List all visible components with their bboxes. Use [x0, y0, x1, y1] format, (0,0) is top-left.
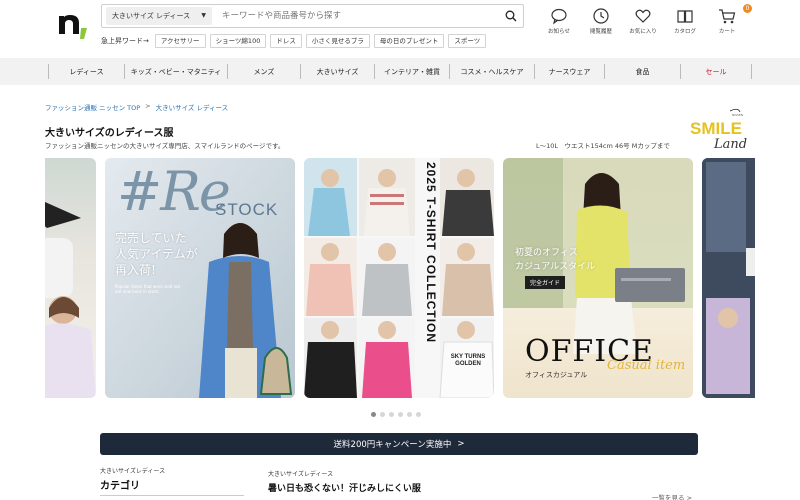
campaign-label: 送料200円キャンペーン実施中	[333, 440, 452, 450]
feature-eyebrow: 大きいサイズレディース	[268, 471, 334, 478]
carousel-dot[interactable]	[398, 412, 403, 417]
nav-item-nurse[interactable]: ナースウェア	[534, 64, 604, 79]
nav-item-kids-baby-maternity[interactable]: キッズ・ベビー・マタニティ	[124, 64, 227, 79]
restock-stock-text: STOCK	[215, 200, 279, 219]
notifications-button[interactable]: お知らせ	[538, 7, 580, 35]
brand-logo-script: Land	[713, 137, 747, 152]
breadcrumb-separator: >	[145, 102, 151, 110]
history-label: 閲覧履歴	[589, 29, 612, 35]
history-button[interactable]: 閲覧履歴	[580, 7, 622, 35]
cart-icon	[719, 9, 736, 24]
nav-item-large-sizes[interactable]: 大きいサイズ	[300, 64, 374, 79]
hot-word-chip[interactable]: 母の日のプレゼント	[373, 34, 445, 48]
nav-item-cosme[interactable]: コスメ・ヘルスケア	[449, 64, 534, 79]
chat-bubble-icon	[551, 8, 567, 25]
favorites-label: お気に入り	[629, 29, 657, 35]
cart-label: カート	[718, 29, 736, 35]
hot-word-chip[interactable]: ショーツ綿100	[209, 34, 267, 48]
search-bar: 大きいサイズ レディース ▼	[101, 4, 524, 28]
chevron-down-icon: ▼	[201, 12, 206, 19]
nav-item-interior[interactable]: インテリア・雑貨	[374, 64, 449, 79]
catalog-label: カタログ	[673, 29, 696, 35]
catalog-book-icon	[677, 10, 693, 23]
carousel-dots	[371, 412, 421, 417]
carousel-slide-partial-left[interactable]	[45, 158, 96, 398]
breadcrumb: ファッション通販 ニッセン TOP > 大きいサイズ レディース	[45, 102, 228, 112]
chevron-right-icon: >	[457, 439, 465, 449]
nav-item-mens[interactable]: メンズ	[227, 64, 300, 79]
slide-photo	[45, 202, 96, 398]
shipping-campaign-banner[interactable]: 送料200円キャンペーン実施中 >	[100, 433, 698, 455]
size-info: L～10L ウエスト154cm 46号 Mカップまで	[536, 142, 670, 150]
category-heading: カテゴリ	[100, 481, 140, 492]
view-all-link[interactable]: 一覧を見る >	[652, 492, 692, 500]
brand-logo-tiny: NISSEN	[732, 113, 743, 117]
search-icon	[505, 10, 517, 22]
restock-big-text: #Re	[117, 160, 231, 223]
category-nav: レディース キッズ・ベビー・マタニティ メンズ 大きいサイズ インテリア・雑貨 …	[0, 58, 800, 85]
carousel-dot[interactable]	[389, 412, 394, 417]
restock-copy: 完売していた 人気アイテムが 再入荷!	[115, 231, 198, 277]
carousel-slide-restock[interactable]: #Re STOCK 完売していた 人気アイテムが 再入荷! Popular it…	[105, 158, 295, 398]
restock-hash: #	[117, 160, 162, 223]
carousel-dot[interactable]	[416, 412, 421, 417]
header-icons: お知らせ 閲覧履歴 お気に入り カタログ 0 カート	[538, 4, 752, 35]
hot-word-chip[interactable]: ドレス	[270, 34, 302, 48]
hot-words-label: 急上昇ワード→	[101, 37, 149, 45]
slide-photo	[702, 158, 755, 398]
search-category-label: 大きいサイズ レディース	[112, 12, 191, 20]
carousel-dot[interactable]	[380, 412, 385, 417]
hot-words: 急上昇ワード→ アクセサリー ショーツ綿100 ドレス 小さく見せるブラ 母の日…	[101, 34, 487, 48]
divider	[100, 495, 244, 496]
office-script-text: Casual item	[607, 358, 686, 373]
brand-logo-main: SMILE	[690, 119, 742, 138]
tshirt-print-text: SKY TURNS GOLDEN	[450, 354, 486, 367]
page-description: ファッション通販ニッセンの大きいサイズ専門店、スマイルランドのページです。	[45, 142, 285, 150]
search-input[interactable]	[212, 11, 499, 21]
cart-button[interactable]: 0 カート	[706, 4, 752, 35]
search-category-select[interactable]: 大きいサイズ レディース ▼	[106, 7, 212, 25]
tshirt-collection-title: 2025 T-SHIRT COLLECTION	[424, 162, 438, 344]
nav-item-sale[interactable]: セール	[680, 64, 752, 79]
category-eyebrow: 大きいサイズレディース	[100, 468, 166, 475]
favorites-button[interactable]: お気に入り	[622, 7, 664, 35]
cart-count-badge: 0	[743, 4, 752, 13]
page-title: 大きいサイズのレディース服	[45, 128, 174, 139]
notifications-label: お知らせ	[548, 29, 570, 35]
hot-word-chip[interactable]: アクセサリー	[154, 34, 206, 48]
office-badge: 完全ガイド	[525, 276, 566, 289]
heart-icon	[635, 9, 651, 23]
feature-heading: 暑い日も恐くない！汗じみしにくい服	[268, 484, 421, 494]
clock-icon	[593, 8, 609, 24]
office-copy: 初夏のオフィス カジュアルスタイル	[515, 248, 596, 272]
carousel-dot[interactable]	[407, 412, 412, 417]
nav-item-food[interactable]: 食品	[604, 64, 680, 79]
carousel-slide-office-casual[interactable]: 初夏のオフィス カジュアルスタイル 完全ガイド OFFICE オフィスカジュアル…	[503, 158, 693, 398]
restock-small-copy: Popular items that were sold out are now…	[115, 284, 181, 294]
breadcrumb-current[interactable]: 大きいサイズ レディース	[156, 102, 229, 112]
carousel-dot[interactable]	[371, 412, 376, 417]
hot-word-chip[interactable]: 小さく見せるブラ	[305, 34, 370, 48]
catalog-button[interactable]: カタログ	[664, 7, 706, 35]
nissen-logo[interactable]	[56, 8, 90, 40]
smile-land-logo[interactable]: NISSEN SMILE Land	[688, 108, 756, 152]
breadcrumb-link-top[interactable]: ファッション通販 ニッセン TOP	[45, 102, 140, 112]
hot-word-chip[interactable]: スポーツ	[448, 34, 487, 48]
office-small-text: オフィスカジュアル	[525, 371, 588, 379]
carousel-slide-tshirt-collection[interactable]: 2025 T-SHIRT COLLECTION SKY TURNS GOLDEN	[304, 158, 494, 398]
hero-carousel[interactable]: #Re STOCK 完売していた 人気アイテムが 再入荷! Popular it…	[45, 158, 755, 398]
nav-item-ladies[interactable]: レディース	[48, 64, 124, 79]
search-button[interactable]	[499, 5, 523, 27]
carousel-slide-partial-right[interactable]	[702, 158, 755, 398]
